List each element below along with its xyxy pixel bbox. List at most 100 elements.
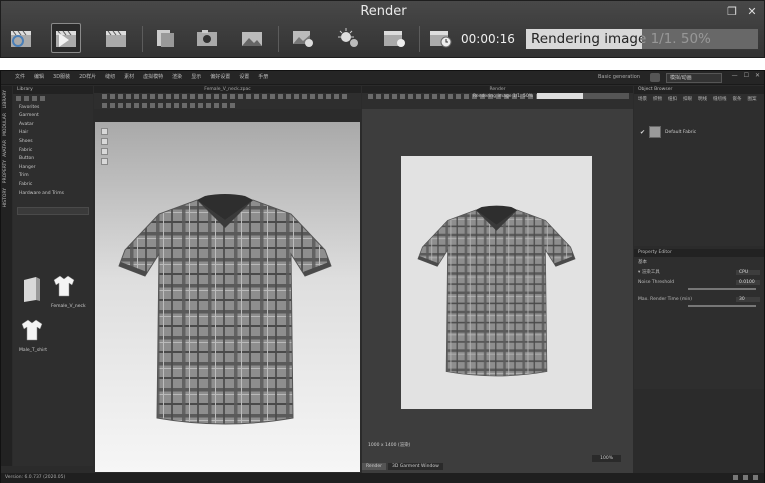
workspace-select[interactable]: 模拟/动画 [666, 73, 722, 83]
vertical-tab[interactable]: HISTORY [3, 188, 8, 207]
menu-item[interactable]: 3D服装 [53, 73, 70, 80]
toolbar-tool-icon[interactable] [416, 94, 421, 99]
object-browser-tab[interactable]: 图案 [748, 96, 757, 102]
close-icon[interactable]: ✕ [746, 5, 758, 18]
toolbar-tool-icon[interactable] [376, 94, 381, 99]
render-play-icon[interactable] [51, 23, 81, 53]
library-tree-item[interactable]: Fabric [13, 180, 93, 189]
toolbar-tool-icon[interactable] [150, 102, 155, 108]
render-settings-icon[interactable] [379, 23, 409, 53]
toolbar-tool-icon[interactable] [384, 94, 389, 99]
settings-icon[interactable] [733, 475, 738, 480]
object-browser-tab[interactable]: 场景 [638, 96, 647, 102]
maximize-icon[interactable]: ☐ [744, 72, 749, 79]
toolbar-tool-icon[interactable] [134, 94, 139, 99]
toolbar-tool-icon[interactable] [198, 94, 203, 99]
toolbar-tool-icon[interactable] [174, 102, 179, 108]
toolbar-tool-icon[interactable] [166, 94, 171, 99]
toolbar-tool-icon[interactable] [198, 102, 203, 108]
toolbar-tool-icon[interactable] [278, 94, 283, 99]
toolbar-tool-icon[interactable] [206, 102, 211, 108]
library-tree-item[interactable]: Shoes [13, 137, 93, 146]
toolbar-tool-icon[interactable] [270, 94, 275, 99]
property-value[interactable]: 30 [736, 296, 760, 302]
library-tree-item[interactable]: Hanger [13, 163, 93, 172]
object-browser-tab[interactable]: 缝纫线 [713, 96, 727, 102]
toolbar-tool-icon[interactable] [318, 94, 323, 99]
toolbar-tool-icon[interactable] [190, 102, 195, 108]
3d-garment-canvas[interactable] [95, 122, 360, 472]
toolbar-tool-icon[interactable] [142, 94, 147, 99]
toolbar-tool-icon[interactable] [158, 102, 163, 108]
toolbar-tool-icon[interactable] [342, 94, 347, 99]
select-tool-icon[interactable] [101, 128, 108, 135]
toolbar-tool-icon[interactable] [158, 94, 163, 99]
toolbar-tool-icon[interactable] [254, 94, 259, 99]
library-tree-item[interactable]: Button [13, 155, 93, 164]
library-tree-item[interactable]: Avatar [13, 120, 93, 129]
save-image-icon[interactable] [237, 23, 267, 53]
library-search-input[interactable] [17, 206, 89, 215]
fold-tool-icon[interactable] [101, 158, 108, 165]
toolbar-tool-icon[interactable] [118, 102, 123, 108]
camera-capture-icon[interactable] [193, 23, 223, 53]
image-settings-icon[interactable] [288, 23, 318, 53]
library-tree-item[interactable]: Garment [13, 112, 93, 121]
help-icon[interactable] [753, 475, 758, 480]
toolbar-tool-icon[interactable] [400, 94, 405, 99]
toolbar-tool-icon[interactable] [222, 102, 227, 108]
toolbar-tool-icon[interactable] [302, 94, 307, 99]
toolbar-tool-icon[interactable] [174, 94, 179, 99]
toolbar-tool-icon[interactable] [246, 94, 251, 99]
home-icon[interactable] [16, 96, 21, 101]
render-zoom[interactable]: 100% [592, 455, 621, 462]
toolbar-tool-icon[interactable] [310, 94, 315, 99]
menu-item[interactable]: 渲染 [172, 73, 182, 80]
toolbar-tool-icon[interactable] [222, 94, 227, 99]
timer-icon[interactable] [425, 23, 455, 53]
toolbar-tool-icon[interactable] [440, 94, 445, 99]
object-browser-tab[interactable]: 嵌条 [733, 96, 742, 102]
toolbar-tool-icon[interactable] [214, 102, 219, 108]
toolbar-tool-icon[interactable] [456, 94, 461, 99]
layout-icon[interactable] [743, 475, 748, 480]
toolbar-tool-icon[interactable] [286, 94, 291, 99]
move-tool-icon[interactable] [101, 138, 108, 145]
toolbar-tool-icon[interactable] [126, 102, 131, 108]
toolbar-tool-icon[interactable] [230, 94, 235, 99]
property-row[interactable]: ▾ 渲染工具 CPU [634, 267, 764, 277]
menu-item[interactable]: 虚拟模特 [143, 73, 163, 80]
menu-item[interactable]: 偏好设置 [210, 73, 230, 80]
toolbar-tool-icon[interactable] [230, 102, 235, 108]
toolbar-tool-icon[interactable] [408, 94, 413, 99]
toolbar-tool-icon[interactable] [432, 94, 437, 99]
forward-icon[interactable] [32, 96, 37, 101]
toolbar-tool-icon[interactable] [326, 94, 331, 99]
pin-tool-icon[interactable] [101, 148, 108, 155]
toolbar-tool-icon[interactable] [150, 94, 155, 99]
object-browser-tab[interactable]: 纽扣 [668, 96, 677, 102]
toolbar-tool-icon[interactable] [448, 94, 453, 99]
library-thumb-folder[interactable] [19, 276, 45, 308]
fabric-list-item[interactable]: ✔ Default Fabric [640, 126, 696, 138]
noise-threshold-slider[interactable] [688, 288, 756, 290]
toolbar-tool-icon[interactable] [110, 102, 115, 108]
light-settings-icon[interactable] [333, 23, 363, 53]
toolbar-tool-icon[interactable] [134, 102, 139, 108]
library-tree-item[interactable]: Favorites [13, 103, 93, 112]
menu-item[interactable]: 2D样片 [79, 73, 96, 80]
toolbar-tool-icon[interactable] [118, 94, 123, 99]
library-tree-item[interactable]: Hair [13, 129, 93, 138]
toolbar-tool-icon[interactable] [190, 94, 195, 99]
copy-image-icon[interactable] [150, 23, 180, 53]
object-browser-tab[interactable]: 织物 [653, 96, 662, 102]
back-icon[interactable] [24, 96, 29, 101]
menu-item[interactable]: 文件 [15, 73, 25, 80]
vertical-tab[interactable]: LIBRARY [3, 90, 8, 109]
vertical-tab[interactable]: PROPERTY [3, 160, 8, 183]
render-clip-icon[interactable] [101, 23, 131, 53]
menu-item[interactable]: 编辑 [34, 73, 44, 80]
library-tree-item[interactable]: Trim [13, 172, 93, 181]
toolbar-tool-icon[interactable] [214, 94, 219, 99]
toolbar-tool-icon[interactable] [102, 102, 107, 108]
